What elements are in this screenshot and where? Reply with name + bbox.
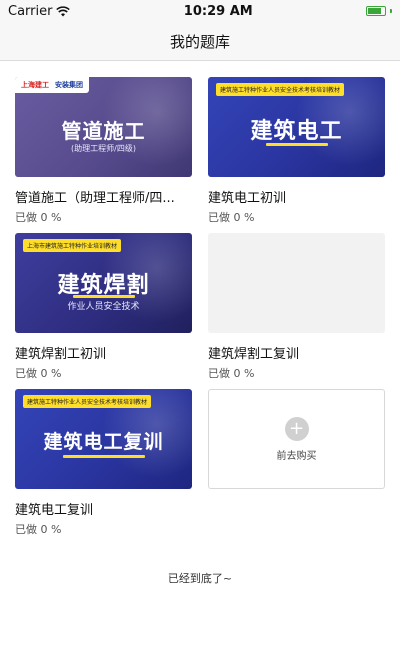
course-title: 建筑电工复训 [15, 503, 94, 518]
course-card-welder-refresher[interactable]: 建筑焊割工复训 已做 0 % [208, 233, 385, 381]
brand-badge: 上海建工 安装集团 [15, 77, 89, 93]
thumb-underline [73, 295, 135, 298]
thumb-headline: 管道施工 [61, 119, 146, 143]
course-title: 建筑焊割工复训 [208, 347, 300, 362]
list-end-text: 已经到底了~ [167, 572, 233, 585]
course-thumbnail: 建筑施工特种作业人员安全技术考核培训教材 建筑电工复训 [15, 389, 192, 489]
buy-more-content: + 前去购买 [209, 390, 384, 488]
course-title: 建筑焊割工初训 [15, 347, 107, 362]
course-card-electrician-refresher[interactable]: 建筑施工特种作业人员安全技术考核培训教材 建筑电工复训 建筑电工复训 已做 0 … [15, 389, 192, 537]
battery-fill [368, 8, 381, 14]
course-thumbnail-placeholder [208, 233, 385, 333]
course-progress: 已做 0 % [208, 211, 255, 224]
thumb-headline: 建筑电工 [250, 119, 343, 144]
status-right [366, 6, 392, 16]
brand-mark: 上海建工 [21, 81, 49, 89]
thumb-tag: 建筑施工特种作业人员安全技术考核培训教材 [23, 395, 152, 408]
thumb-underline [63, 455, 145, 458]
course-progress: 已做 0 % [208, 367, 255, 380]
wifi-icon [56, 5, 71, 16]
status-time: 10:29 AM [183, 3, 253, 19]
thumb-tag: 建筑施工特种作业人员安全技术考核培训教材 [216, 83, 345, 96]
nav-bar: 我的题库 [0, 22, 400, 61]
course-progress: 已做 0 % [15, 523, 62, 536]
course-card-electrician-initial[interactable]: 建筑施工特种作业人员安全技术考核培训教材 建筑电工 建筑电工初训 已做 0 % [208, 77, 385, 225]
page-title: 我的题库 [169, 32, 230, 51]
course-grid: 上海建工 安装集团 管道施工 (助理工程师/四级) 管道施工（助理工程师/四..… [0, 61, 400, 545]
plus-icon: + [284, 416, 309, 441]
buy-more-button[interactable]: + 前去购买 [208, 389, 385, 489]
course-thumbnail: 上海市建筑施工特种作业培训教材 建筑焊割 作业人员安全技术 [15, 233, 192, 333]
buy-more-card[interactable]: + 前去购买 [208, 389, 385, 537]
battery-icon [366, 6, 386, 16]
thumb-subline: 作业人员安全技术 [67, 302, 140, 312]
battery-cap [390, 9, 392, 13]
carrier-label: Carrier [8, 3, 53, 19]
course-thumbnail: 建筑施工特种作业人员安全技术考核培训教材 建筑电工 [208, 77, 385, 177]
course-title: 建筑电工初训 [208, 191, 287, 206]
course-progress: 已做 0 % [15, 211, 62, 224]
brand-name: 安装集团 [55, 81, 83, 89]
status-left: Carrier [8, 3, 71, 19]
course-card-welder-initial[interactable]: 上海市建筑施工特种作业培训教材 建筑焊割 作业人员安全技术 建筑焊割工初训 已做… [15, 233, 192, 381]
status-bar: Carrier 10:29 AM [0, 0, 400, 22]
thumb-headline: 建筑电工复训 [43, 431, 164, 453]
course-thumbnail: 上海建工 安装集团 管道施工 (助理工程师/四级) [15, 77, 192, 177]
thumb-tag: 上海市建筑施工特种作业培训教材 [23, 239, 122, 252]
course-title: 管道施工（助理工程师/四... [15, 191, 175, 206]
thumb-subline: (助理工程师/四级) [71, 144, 136, 153]
buy-more-label: 前去购买 [276, 450, 317, 462]
course-card-pipe[interactable]: 上海建工 安装集团 管道施工 (助理工程师/四级) 管道施工（助理工程师/四..… [15, 77, 192, 225]
course-progress: 已做 0 % [15, 367, 62, 380]
thumb-underline [266, 143, 328, 146]
